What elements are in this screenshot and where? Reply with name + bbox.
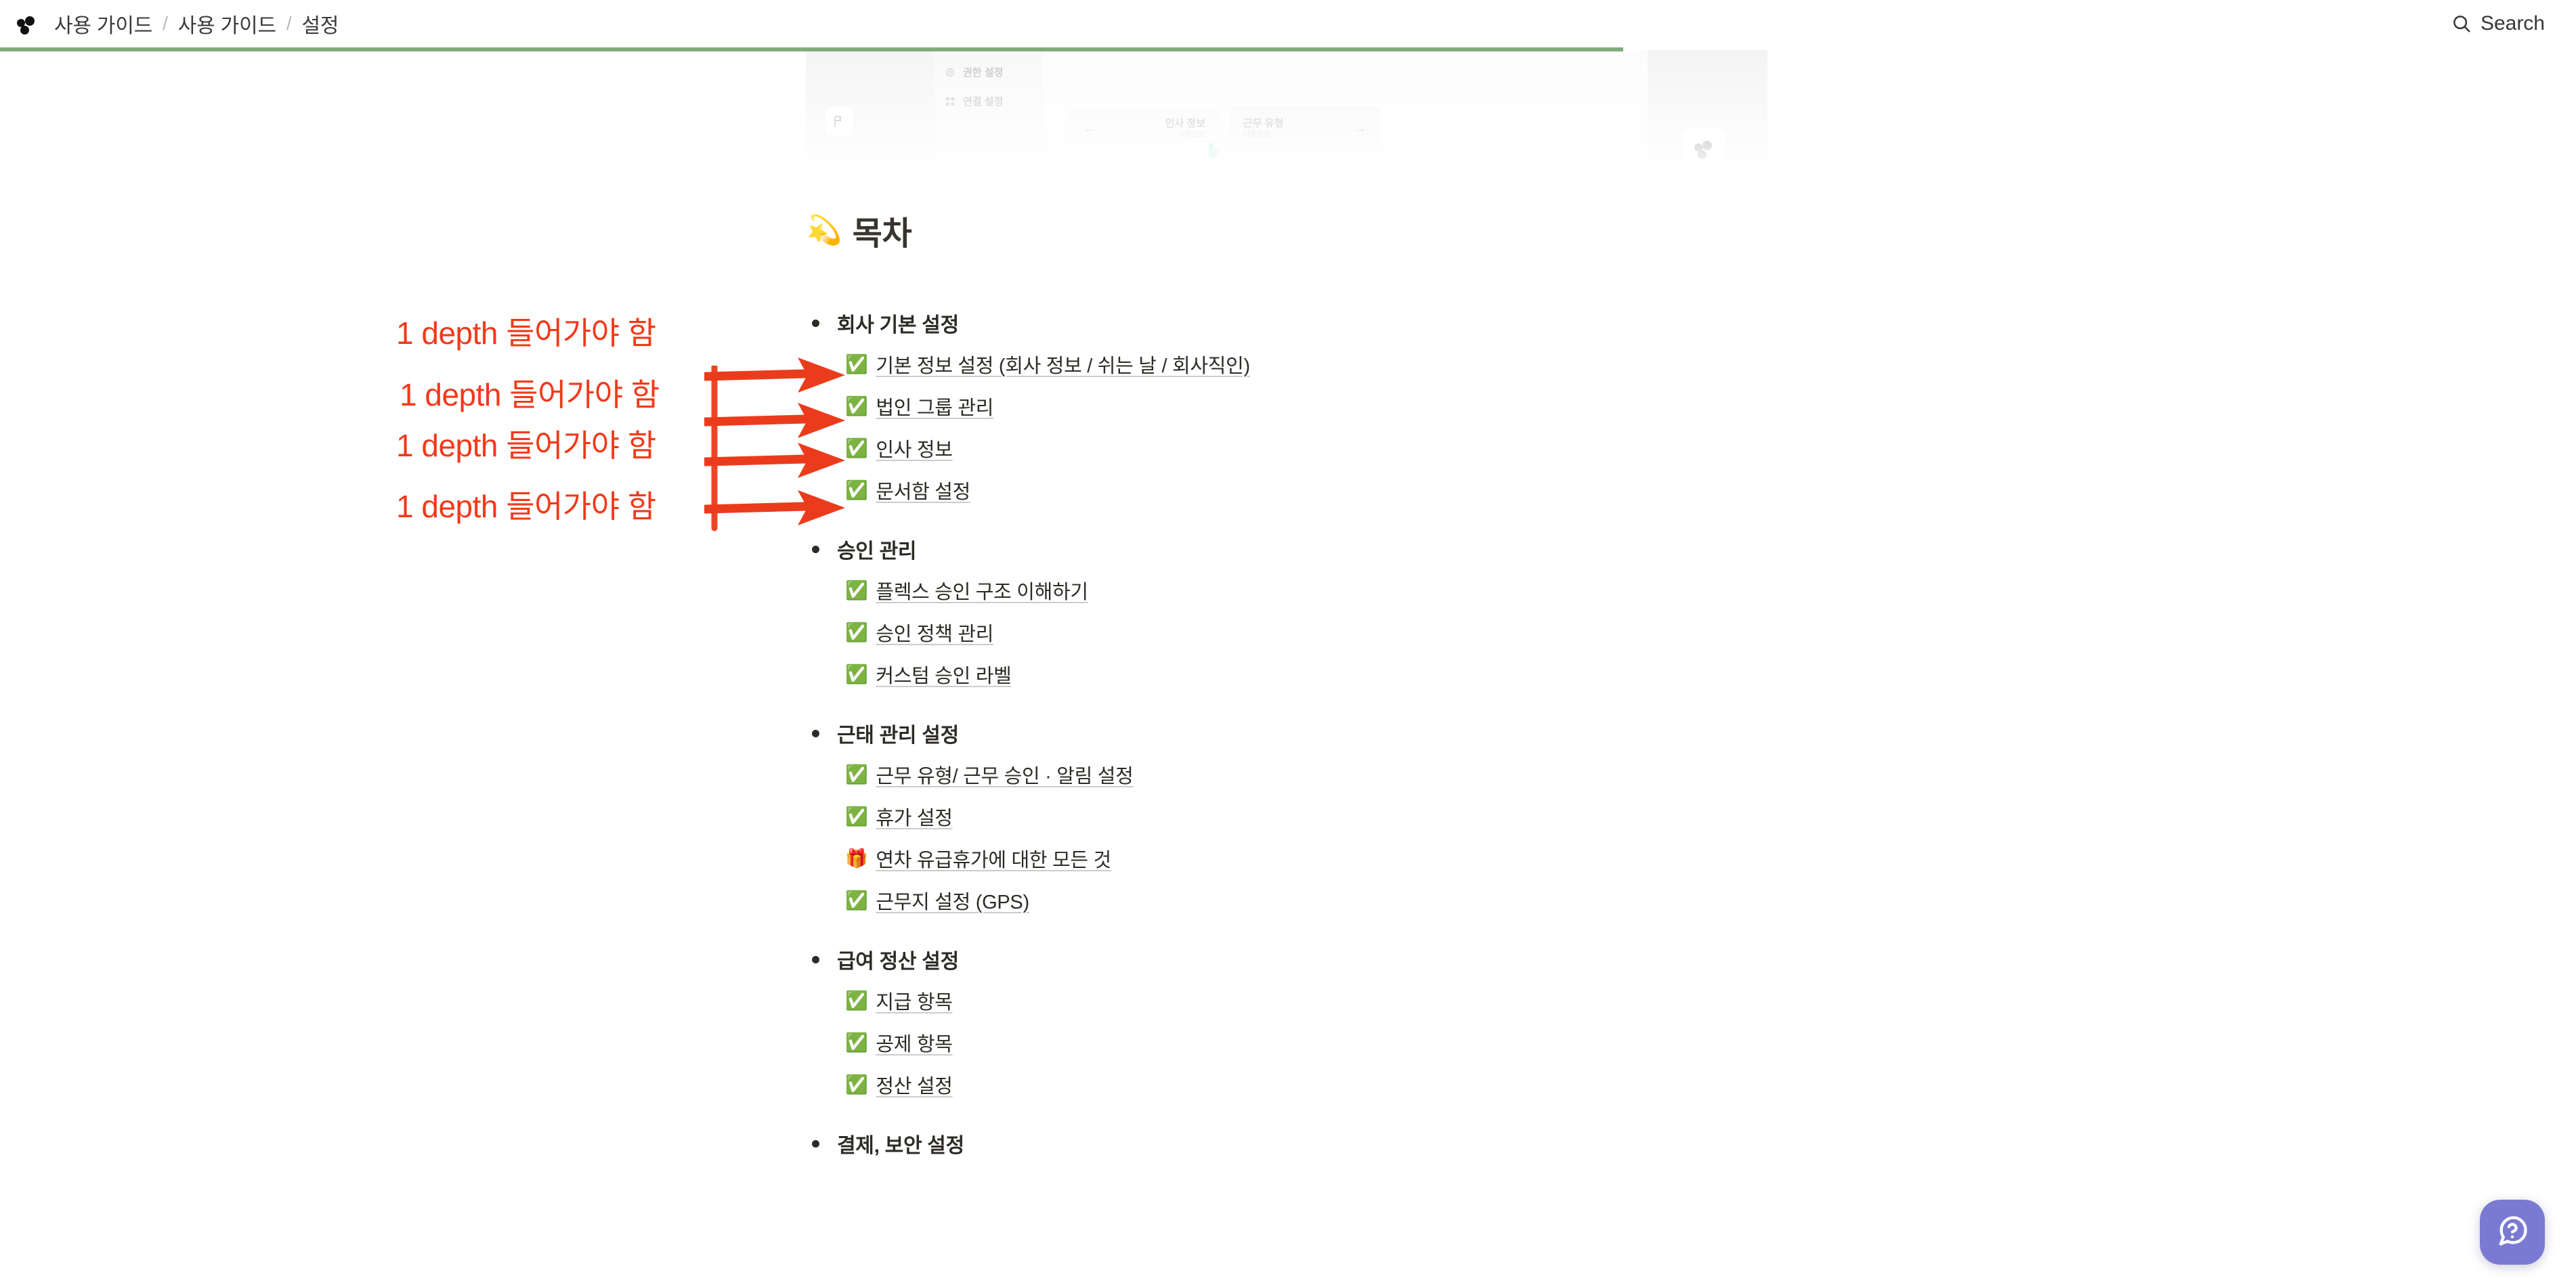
toc-item-link[interactable]: 기본 정보 설정 (회사 정보 / 쉬는 날 / 회사직인) bbox=[876, 350, 1250, 378]
toc-item[interactable]: 🎁 연차 유급휴가에 대한 모든 것 bbox=[845, 844, 1958, 873]
toc-item-link[interactable]: 커스텀 승인 라벨 bbox=[876, 660, 1011, 689]
check-mark-icon: ✅ bbox=[845, 764, 868, 785]
toc-item-link[interactable]: 법인 그룹 관리 bbox=[876, 392, 993, 420]
flex-dots-logo-icon[interactable] bbox=[15, 12, 38, 35]
toc-item-link[interactable]: 지급 항목 bbox=[876, 986, 953, 1015]
toc-item[interactable]: ✅ 지급 항목 bbox=[845, 986, 1958, 1015]
breadcrumb-separator: / bbox=[163, 13, 168, 34]
gift-icon: 🎁 bbox=[845, 848, 868, 869]
dizzy-star-icon: 💫 bbox=[807, 214, 842, 246]
page-title-text: 목차 bbox=[852, 216, 912, 252]
toc-item-link[interactable]: 근무 유형/ 근무 승인 · 알림 설정 bbox=[876, 760, 1134, 789]
check-mark-icon: ✅ bbox=[845, 479, 868, 500]
table-of-contents: 회사 기본 설정 ✅ 기본 정보 설정 (회사 정보 / 쉬는 날 / 회사직인… bbox=[807, 308, 1958, 1188]
bullet-icon bbox=[812, 729, 819, 737]
toc-item-link[interactable]: 인사 정보 bbox=[876, 434, 953, 462]
toc-group: 승인 관리 ✅ 플렉스 승인 구조 이해하기 ✅ 승인 정책 관리 ✅ 커스텀 … bbox=[807, 534, 1958, 689]
toc-item-link[interactable]: 정산 설정 bbox=[876, 1070, 953, 1099]
check-mark-icon: ✅ bbox=[845, 806, 868, 827]
toc-group-heading: 결제, 보안 설정 bbox=[807, 1129, 1958, 1158]
toc-group-label: 회사 기본 설정 bbox=[837, 314, 959, 336]
toc-item-link[interactable]: 휴가 설정 bbox=[876, 802, 953, 831]
toc-group-label: 승인 관리 bbox=[837, 540, 917, 563]
check-mark-icon: ✅ bbox=[845, 1074, 868, 1095]
check-mark-icon: ✅ bbox=[845, 622, 868, 642]
check-mark-icon: ✅ bbox=[845, 663, 868, 684]
bullet-icon bbox=[812, 545, 819, 553]
toc-item[interactable]: ✅ 플렉스 승인 구조 이해하기 bbox=[845, 576, 1958, 605]
toc-group: 근태 관리 설정 ✅ 근무 유형/ 근무 승인 · 알림 설정 ✅ 휴가 설정 … bbox=[807, 718, 1958, 915]
bullet-icon bbox=[812, 955, 819, 963]
breadcrumb: 사용 가이드 / 사용 가이드 / 설정 bbox=[0, 7, 343, 40]
page-title: 💫 목차 bbox=[807, 206, 912, 254]
toc-item-link[interactable]: 공제 항목 bbox=[876, 1028, 953, 1057]
bullet-icon bbox=[812, 1139, 819, 1148]
toc-group: 회사 기본 설정 ✅ 기본 정보 설정 (회사 정보 / 쉬는 날 / 회사직인… bbox=[807, 308, 1958, 504]
toc-item[interactable]: ✅ 승인 정책 관리 bbox=[845, 618, 1958, 647]
check-mark-icon: ✅ bbox=[845, 990, 868, 1011]
search-label: Search bbox=[2480, 12, 2545, 35]
toc-item[interactable]: ✅ 근무 유형/ 근무 승인 · 알림 설정 bbox=[845, 760, 1958, 789]
question-chat-icon bbox=[2495, 1213, 2530, 1252]
check-mark-icon: ✅ bbox=[845, 890, 868, 911]
check-mark-icon: ✅ bbox=[845, 395, 868, 416]
toc-item[interactable]: ✅ 인사 정보 bbox=[845, 434, 1958, 462]
toc-group: 결제, 보안 설정 bbox=[807, 1129, 1958, 1158]
toc-group-heading: 승인 관리 bbox=[807, 534, 1958, 564]
toc-group-label: 근태 관리 설정 bbox=[837, 724, 959, 747]
toc-group-heading: 근태 관리 설정 bbox=[807, 718, 1958, 748]
help-button[interactable] bbox=[2480, 1200, 2545, 1265]
toc-item-link[interactable]: 문서함 설정 bbox=[876, 476, 970, 504]
toc-item[interactable]: ✅ 커스텀 승인 라벨 bbox=[845, 660, 1958, 689]
search-icon bbox=[2451, 14, 2472, 34]
toc-group-heading: 급여 정산 설정 bbox=[807, 944, 1958, 974]
toc-item[interactable]: ✅ 정산 설정 bbox=[845, 1070, 1958, 1099]
toc-item[interactable]: ✅ 법인 그룹 관리 bbox=[845, 392, 1958, 420]
breadcrumb-separator: / bbox=[286, 13, 292, 34]
toc-group: 급여 정산 설정 ✅ 지급 항목 ✅ 공제 항목 ✅ 정산 설정 bbox=[807, 944, 1958, 1099]
toc-item[interactable]: ✅ 근무지 설정 (GPS) bbox=[845, 886, 1958, 915]
toc-item[interactable]: ✅ 휴가 설정 bbox=[845, 802, 1958, 831]
breadcrumb-item-0[interactable]: 사용 가이드 bbox=[50, 7, 156, 40]
check-mark-icon: ✅ bbox=[845, 1032, 868, 1053]
toc-item-link[interactable]: 근무지 설정 (GPS) bbox=[876, 886, 1029, 915]
bullet-icon bbox=[812, 319, 819, 327]
toc-group-heading: 회사 기본 설정 bbox=[807, 308, 1958, 338]
breadcrumb-item-1[interactable]: 사용 가이드 bbox=[174, 7, 280, 40]
toc-item[interactable]: ✅ 공제 항목 bbox=[845, 1028, 1958, 1057]
toc-group-label: 결제, 보안 설정 bbox=[837, 1135, 964, 1157]
check-mark-icon: ✅ bbox=[845, 353, 868, 374]
top-bar: 사용 가이드 / 사용 가이드 / 설정 Search bbox=[0, 0, 2576, 47]
toc-item[interactable]: ✅ 기본 정보 설정 (회사 정보 / 쉬는 날 / 회사직인) bbox=[845, 350, 1958, 378]
toc-item-link[interactable]: 승인 정책 관리 bbox=[876, 618, 993, 647]
toc-item[interactable]: ✅ 문서함 설정 bbox=[845, 476, 1958, 504]
check-mark-icon: ✅ bbox=[845, 580, 868, 601]
check-mark-icon: ✅ bbox=[845, 437, 868, 458]
search-button[interactable]: Search bbox=[2451, 12, 2576, 35]
toc-item-link[interactable]: 연차 유급휴가에 대한 모든 것 bbox=[876, 844, 1111, 873]
toc-item-link[interactable]: 플렉스 승인 구조 이해하기 bbox=[876, 576, 1088, 605]
breadcrumb-item-2[interactable]: 설정 bbox=[297, 7, 343, 40]
toc-group-label: 급여 정산 설정 bbox=[837, 951, 959, 973]
page-content: 💫 목차 회사 기본 설정 ✅ 기본 정보 설정 (회사 정보 / 쉬는 날 /… bbox=[0, 0, 2576, 1285]
